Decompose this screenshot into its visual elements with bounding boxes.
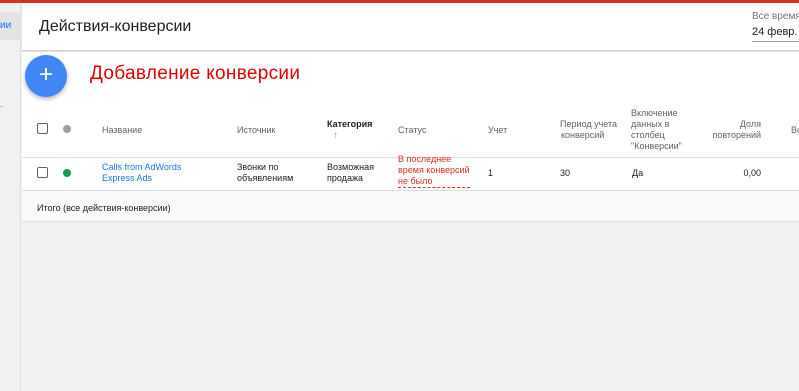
column-header-repeat-line-1: Доля <box>739 119 761 129</box>
add-conversion-annotation: Добавление конверсии <box>90 63 301 84</box>
conversion-repeat-rate: 0,00 <box>743 168 761 178</box>
status-column-dot-icon <box>63 125 71 133</box>
page-title: Действия-конверсии <box>39 18 192 35</box>
column-header-include-line-4: "Конверсии" <box>631 141 682 151</box>
column-header-category[interactable]: Категория <box>327 119 372 130</box>
conversions-panel: + Добавление конверсии Название Источник… <box>22 52 799 222</box>
conversion-include: Да <box>632 168 644 178</box>
row-checkbox[interactable] <box>37 167 48 178</box>
column-header-window[interactable]: Период учета конверсий <box>560 119 617 141</box>
select-all-checkbox[interactable] <box>37 123 48 134</box>
column-header-repeat[interactable]: Доля повторений <box>709 119 761 141</box>
table-total-row: Итого (все действия-конверсии) <box>22 191 799 222</box>
date-range-picker[interactable]: Все время 24 февр. 2 <box>752 9 799 43</box>
conversion-name-link[interactable]: Calls from AdWords Express Ads <box>102 162 181 184</box>
conversion-status-line-2: время конверсий <box>398 165 470 175</box>
column-header-status[interactable]: Статус <box>398 125 426 136</box>
table-header: Название Источник Категория ↑ Статус Уче… <box>22 100 799 158</box>
column-header-repeat-line-2: повторений <box>712 130 761 140</box>
conversion-source-line-1: Звонки по <box>237 162 279 172</box>
conversion-count: 1 <box>488 168 494 178</box>
table-row[interactable]: Calls from AdWords Express Ads Звонки по… <box>22 154 799 191</box>
column-header-last[interactable]: Вс <box>791 125 799 136</box>
column-header-include-line-2: данных в <box>631 119 670 129</box>
date-range-underline <box>752 41 799 42</box>
column-header-source[interactable]: Источник <box>237 125 275 136</box>
column-header-window-line-2: конверсий <box>561 130 605 140</box>
nav-divider <box>0 106 3 107</box>
column-header-name[interactable]: Название <box>102 125 142 136</box>
column-header-count[interactable]: Учет <box>488 125 507 136</box>
column-header-window-line-1: Период учета <box>560 119 617 129</box>
column-header-include-line-1: Включение <box>631 108 678 118</box>
conversion-category: Возможная продажа <box>327 162 374 184</box>
conversion-status-line-1: В последнее <box>398 154 452 164</box>
conversion-name-line-1: Calls from AdWords <box>102 162 182 172</box>
add-conversion-button[interactable]: + <box>25 55 67 97</box>
date-range-label: Все время <box>752 11 799 22</box>
column-header-include-line-3: столбец <box>631 130 665 140</box>
nav-item-label[interactable]: ии <box>0 20 21 31</box>
conversion-name-line-2: Express Ads <box>102 173 153 183</box>
sort-ascending-icon[interactable]: ↑ <box>333 130 338 141</box>
conversion-source-line-2: объявлениям <box>237 173 294 183</box>
conversion-source: Звонки по объявлениям <box>237 162 293 184</box>
conversions-table: Название Источник Категория ↑ Статус Уче… <box>22 100 799 222</box>
column-header-include[interactable]: Включение данных в столбец "Конверсии" <box>631 108 682 152</box>
left-navigation-rail: ии <box>0 3 21 391</box>
conversion-status-line-3: не было <box>398 176 433 186</box>
date-range-value[interactable]: 24 февр. 2 <box>752 26 799 38</box>
conversion-category-line-1: Возможная <box>327 162 374 172</box>
page-header: Действия-конверсии Все время 24 февр. 2 <box>22 3 799 51</box>
conversion-window: 30 <box>560 168 571 178</box>
total-row-label: Итого (все действия-конверсии) <box>37 203 171 213</box>
plus-icon: + <box>38 61 53 88</box>
conversion-status[interactable]: В последнее время конверсий не было <box>398 154 470 188</box>
status-enabled-dot-icon <box>63 169 71 177</box>
conversion-category-line-2: продажа <box>327 173 363 183</box>
